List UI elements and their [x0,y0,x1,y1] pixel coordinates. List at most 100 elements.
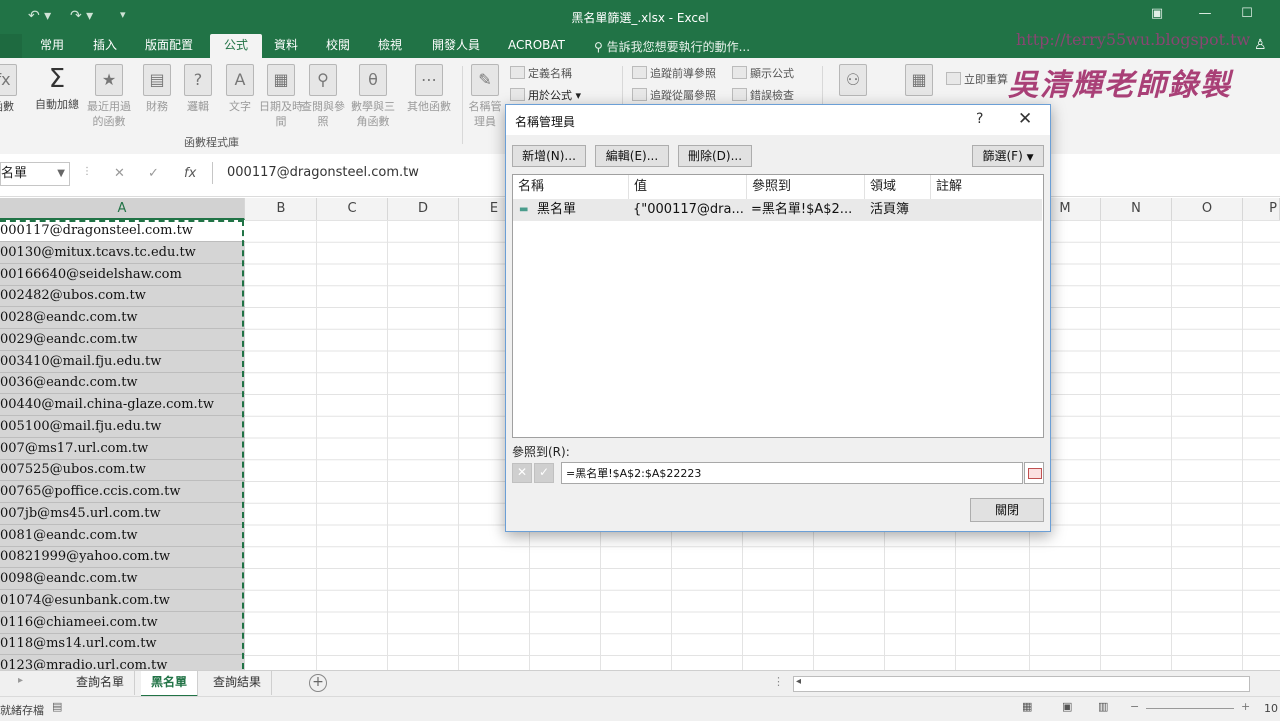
math-button[interactable]: θ 數學與三角函數 [347,64,399,129]
column-header-p[interactable]: P [1243,198,1280,220]
fx-icon[interactable]: fx [184,166,196,181]
names-list[interactable]: 名稱 值 參照到 領域 註解 ▬ 黑名單 {"000117@dra... =黑名… [512,174,1044,438]
cell-a4[interactable]: 00166640@seidelshaw.com [0,264,245,286]
cell-a17[interactable]: 00821999@yahoo.com.tw [0,546,245,569]
tab-review[interactable]: 校閱 [322,34,354,58]
refers-to-input[interactable]: =黑名單!$A$2:$A$22223 [561,462,1023,484]
minimize-icon[interactable]: — [1194,6,1216,21]
enter-icon[interactable]: ✓ [148,166,159,181]
range-picker-icon[interactable] [1024,462,1044,484]
scroll-left-icon[interactable]: ◂ [796,676,801,687]
page-break-view-icon[interactable]: ▥ [1098,700,1108,713]
column-header-o[interactable]: O [1172,198,1243,220]
sheet-tab-query-list[interactable]: 查詢名單 [66,671,136,695]
column-header-n[interactable]: N [1101,198,1172,220]
close-button[interactable]: 關閉 [970,498,1044,522]
column-header-d[interactable]: D [388,198,459,220]
sheet-tab-blacklist[interactable]: 黑名單 [141,671,199,697]
recent-functions-button[interactable]: ★ 最近用過的函數 [84,64,134,129]
zoom-level[interactable]: 10 [1264,702,1278,715]
cell-a14[interactable]: 00765@poffice.ccis.com.tw [0,481,245,503]
tab-formulas[interactable]: 公式 [210,34,262,58]
list-item[interactable]: ▬ 黑名單 {"000117@dra... =黑名單!$A$2... 活頁簿 [513,199,1042,221]
col-header-name[interactable]: 名稱 [513,175,629,199]
zoom-slider[interactable] [1146,708,1234,709]
filter-button[interactable]: 篩選(F) ▼ [972,145,1044,167]
trace-dependents-button[interactable]: 追蹤從屬參照 [632,87,716,103]
zoom-in-icon[interactable]: + [1241,700,1250,713]
cell-a22[interactable]: 0123@mradio.url.com.tw [0,655,245,670]
trace-precedents-button[interactable]: 追蹤前導參照 [632,65,716,81]
maximize-icon[interactable]: ☐ [1236,6,1258,21]
sheet-tab-query-results[interactable]: 查詢結果 [203,671,273,695]
cancel-icon[interactable]: ✕ [114,166,125,181]
col-header-comment[interactable]: 註解 [931,175,1041,199]
help-icon[interactable]: ? [976,111,983,127]
cell-a19[interactable]: 01074@esunbank.com.tw [0,590,245,612]
page-layout-view-icon[interactable]: ▣ [1062,700,1072,713]
name-box[interactable]: 名單 ▼ [0,162,70,186]
tab-data[interactable]: 資料 [270,34,302,58]
autosum-button[interactable]: Σ 自動加總 [33,64,81,112]
cell-a2[interactable]: 000117@dragonsteel.com.tw [0,220,245,242]
cell-a21[interactable]: 0118@ms14.url.com.tw [0,633,245,656]
tab-home[interactable]: 常用 [36,34,68,58]
tab-view[interactable]: 檢視 [374,34,406,58]
col-header-value[interactable]: 值 [629,175,747,199]
new-name-button[interactable]: 新增(N)... [512,145,586,167]
cell-a7[interactable]: 0029@eandc.com.tw [0,329,245,351]
ribbon-display-icon[interactable]: ▣ [1146,6,1168,21]
macro-record-icon[interactable]: ▤ [52,700,62,713]
cell-a10[interactable]: 00440@mail.china-glaze.com.tw [0,394,245,416]
column-a-selection[interactable]: 000117@dragonsteel.com.tw 00130@mitux.tca… [0,220,245,670]
logical-button[interactable]: ? 邏輯 [175,64,221,114]
define-name-button[interactable]: 定義名稱 [510,65,572,81]
cell-a15[interactable]: 007jb@ms45.url.com.tw [0,503,245,525]
cell-a5[interactable]: 002482@ubos.com.tw [0,285,245,308]
calculate-now-button[interactable]: 立即重算 [946,71,1008,87]
edit-name-button[interactable]: 編輯(E)... [595,145,669,167]
column-header-b[interactable]: B [246,198,317,220]
cell-a13[interactable]: 007525@ubos.com.tw [0,459,245,482]
col-header-scope[interactable]: 領域 [865,175,931,199]
split-handle-icon[interactable]: ⋮ [773,675,784,688]
tab-developer[interactable]: 開發人員 [428,34,484,58]
cell-a3[interactable]: 00130@mitux.tcavs.tc.edu.tw [0,242,245,264]
cell-a16[interactable]: 0081@eandc.com.tw [0,525,245,547]
tab-page-layout[interactable]: 版面配置 [141,34,197,58]
tab-insert[interactable]: 插入 [89,34,121,58]
tell-me-box[interactable]: ⚲ 告訴我您想要執行的動作... [594,38,750,55]
text-button[interactable]: A 文字 [217,64,263,114]
show-formulas-button[interactable]: 顯示公式 [732,65,794,81]
more-functions-button[interactable]: ⋯ 其他函數 [404,64,454,114]
zoom-out-icon[interactable]: − [1130,700,1139,713]
cell-a18[interactable]: 0098@eandc.com.tw [0,568,245,590]
cell-a9[interactable]: 0036@eandc.com.tw [0,372,245,395]
financial-button[interactable]: ▤ 財務 [134,64,180,114]
column-header-a[interactable]: A [0,198,245,220]
insert-function-button[interactable]: fx 函數 [0,64,26,114]
datetime-button[interactable]: ▦ 日期及時間 [258,64,304,129]
delete-name-button[interactable]: 刪除(D)... [678,145,752,167]
add-sheet-icon[interactable]: + [309,674,327,692]
commit-edit-icon[interactable]: ✓ [534,463,554,483]
tab-acrobat[interactable]: ACROBAT [504,34,569,58]
cell-a11[interactable]: 005100@mail.fju.edu.tw [0,416,245,438]
watch-window-button[interactable]: ⚇ [830,64,876,99]
lookup-button[interactable]: ⚲ 查閱與參照 [300,64,346,129]
cell-a20[interactable]: 0116@chiameei.com.tw [0,612,245,634]
scroll-tabs-icon[interactable]: ▸ [18,675,23,686]
user-icon[interactable]: ♙ [1254,37,1267,53]
cell-a6[interactable]: 0028@eandc.com.tw [0,307,245,329]
column-header-c[interactable]: C [317,198,388,220]
cell-a8[interactable]: 003410@mail.fju.edu.tw [0,351,245,373]
cell-a12[interactable]: 007@ms17.url.com.tw [0,438,245,460]
error-checking-button[interactable]: 錯誤檢查 [732,87,794,103]
col-header-refers-to[interactable]: 參照到 [747,175,865,199]
use-in-formula-button[interactable]: 用於公式 ▾ [510,87,581,103]
normal-view-icon[interactable]: ▦ [1022,700,1032,713]
name-manager-button[interactable]: ✎ 名稱管理員 [465,64,505,129]
cancel-edit-icon[interactable]: ✕ [512,463,532,483]
calc-options-button[interactable]: ▦ [896,64,942,99]
tab-file[interactable] [0,34,22,58]
